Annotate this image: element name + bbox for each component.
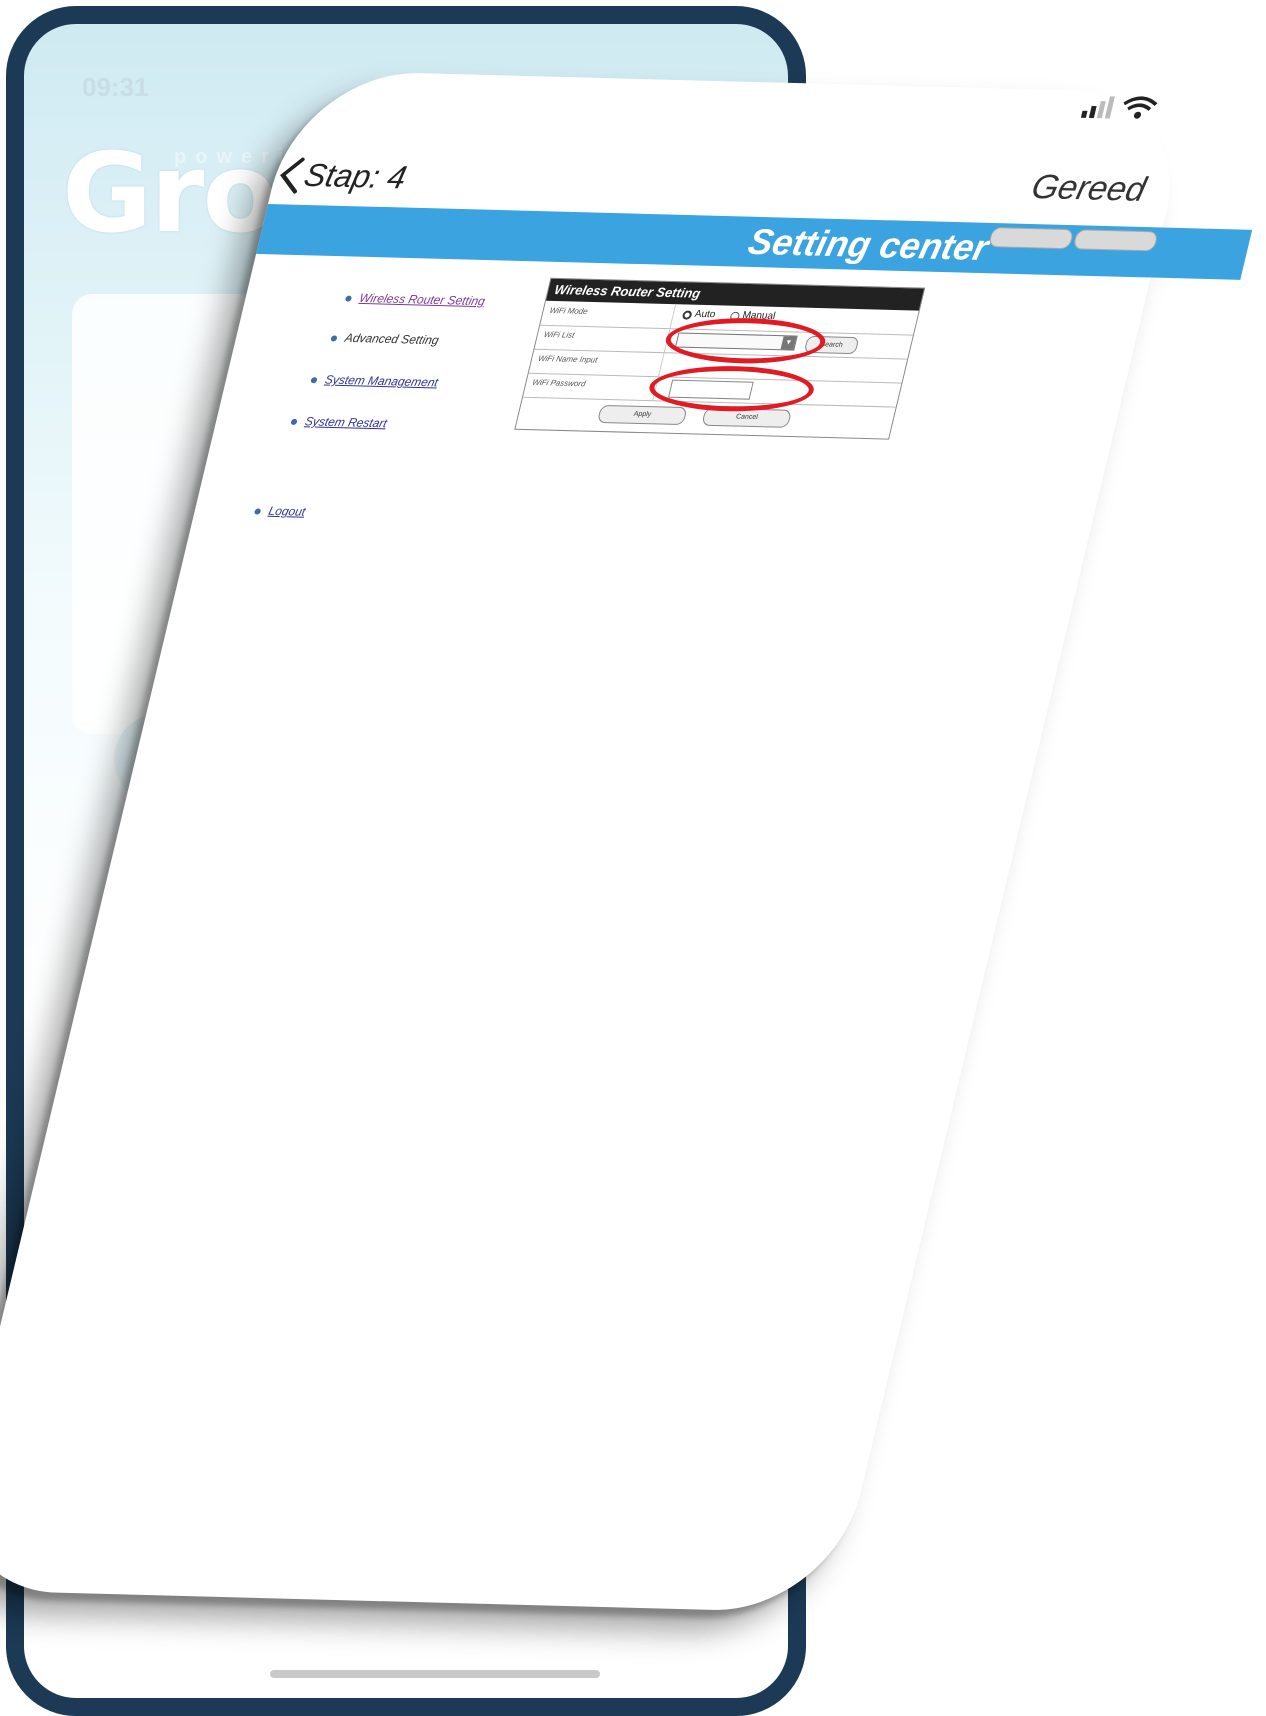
page-title: Setting center	[744, 220, 993, 269]
bullet-icon	[330, 335, 338, 342]
menu-item-system-management[interactable]: System Management	[310, 372, 440, 389]
apply-button[interactable]: Apply	[596, 404, 688, 426]
wifi-list-label: WiFi List	[542, 329, 576, 340]
signal-icon	[1080, 96, 1158, 119]
menu-item-advanced[interactable]: Advanced Setting	[330, 330, 440, 347]
row-divider	[669, 304, 677, 329]
status-bar	[1077, 91, 1175, 127]
nav-back-label[interactable]: Stap: 4	[300, 157, 410, 197]
wifi-mode-auto-radio[interactable]	[681, 310, 693, 320]
language-button-english[interactable]	[1072, 229, 1159, 252]
bullet-icon	[344, 295, 353, 302]
wifi-mode-label: WiFi Mode	[548, 305, 589, 316]
wifi-password-label: WiFi Password	[531, 377, 587, 389]
menu-item-logout[interactable]: Logout	[253, 503, 307, 519]
bullet-icon	[253, 508, 262, 515]
language-button-chinese[interactable]	[987, 227, 1075, 250]
bullet-icon	[290, 418, 298, 425]
wifi-mode-auto-label: Auto	[693, 308, 717, 321]
bullet-icon	[310, 376, 318, 384]
wifi-name-label: WiFi Name Input	[537, 353, 599, 365]
done-button[interactable]: Gereed	[1028, 168, 1150, 210]
background-time: 09:31	[82, 72, 149, 102]
row-divider	[658, 352, 665, 377]
menu-item-system-restart[interactable]: System Restart	[290, 414, 388, 430]
menu-item-wireless-router[interactable]: Wireless Router Setting	[344, 291, 487, 308]
home-indicator	[270, 1670, 600, 1678]
